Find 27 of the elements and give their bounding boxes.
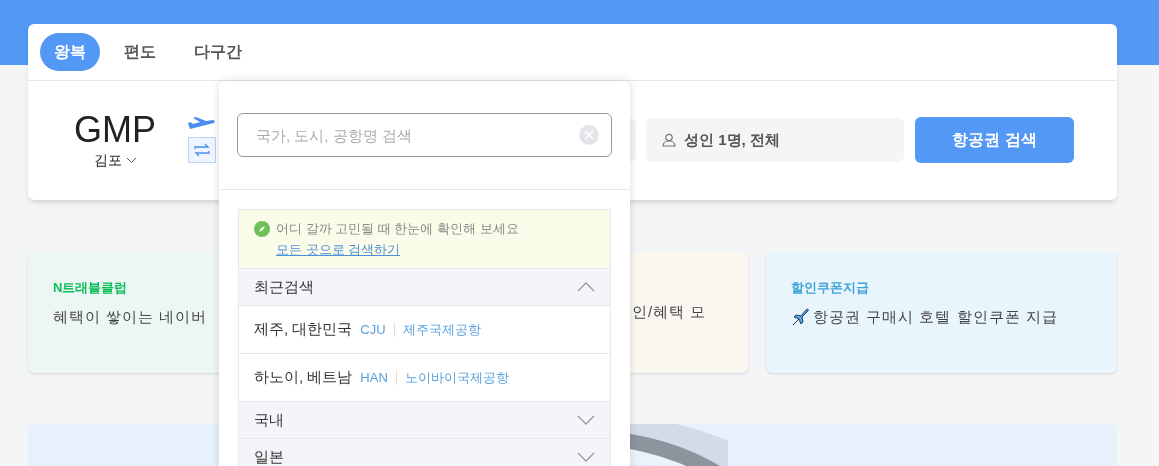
passenger-field[interactable]: 성인 1명, 전체 xyxy=(646,118,904,162)
trip-tab[interactable]: 다구간 xyxy=(180,33,256,71)
origin-code: GMP xyxy=(74,109,156,150)
promo-title: N트래블클럽 xyxy=(53,279,128,297)
promo-card[interactable]: 할인쿠폰지급 항공권 구매시 호텔 할인쿠폰 지급 xyxy=(766,252,1117,373)
compass-icon xyxy=(254,221,270,237)
promo-text: 항공권 구매시 호텔 할인쿠폰 지급 xyxy=(813,306,1058,327)
origin-city[interactable]: 김포 xyxy=(93,149,137,171)
chevron-icon xyxy=(125,156,137,164)
airport-search-field[interactable]: 국가, 도시, 공항명 검색 xyxy=(237,113,612,157)
airplane-icon xyxy=(791,306,811,327)
chevron-icon xyxy=(577,415,595,425)
person-icon xyxy=(662,133,676,147)
trip-tab[interactable]: 편도 xyxy=(110,33,170,71)
promo-text: 인/혜택 모 xyxy=(632,302,707,322)
chevron-icon xyxy=(577,452,595,462)
recent-search-item[interactable]: 제주, 대한민국 CJU 제주국제공항 xyxy=(239,305,610,353)
swap-icon xyxy=(193,143,211,157)
promo-text: 혜택이 쌓이는 네이버 xyxy=(53,306,208,327)
hint-text: 어디 갈까 고민될 때 한눈에 확인해 보세요 xyxy=(276,220,519,238)
section-header[interactable]: 일본 xyxy=(239,438,610,466)
section-header[interactable]: 국내 xyxy=(239,401,610,438)
section-header[interactable]: 최근검색 xyxy=(239,268,610,305)
clear-icon[interactable] xyxy=(578,124,600,146)
swap-button[interactable] xyxy=(188,137,216,163)
chevron-icon xyxy=(577,282,595,292)
promo-title: 할인쿠폰지급 xyxy=(791,279,869,297)
